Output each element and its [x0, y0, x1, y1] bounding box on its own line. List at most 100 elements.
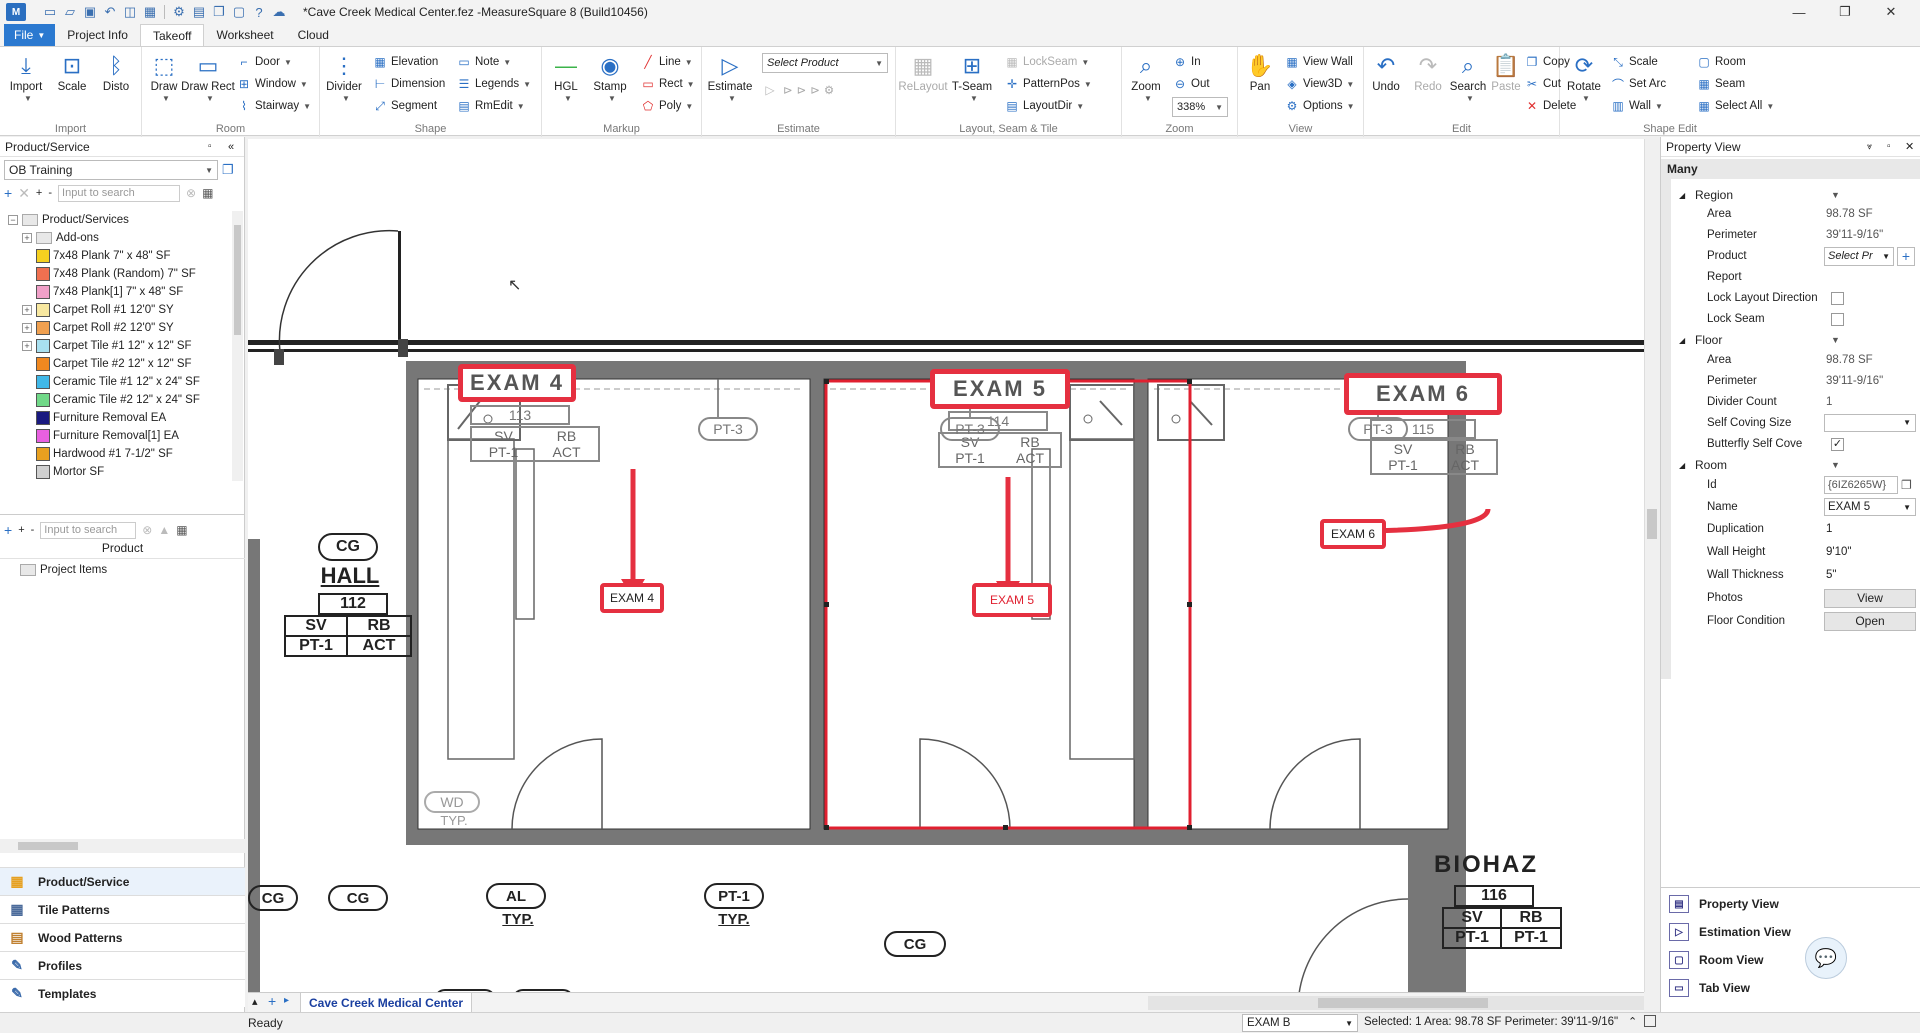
collapse-all-icon[interactable]: - — [48, 187, 52, 199]
expand-all-icon[interactable]: + — [36, 187, 42, 199]
room-button[interactable]: ▢ Room — [1696, 53, 1745, 71]
room-title-exam6[interactable]: EXAM 6 — [1344, 373, 1502, 415]
window-icon[interactable]: ▢ — [231, 4, 247, 20]
add-icon[interactable]: + — [4, 522, 12, 538]
tab-takeoff[interactable]: Takeoff — [139, 24, 205, 46]
open-folder-icon[interactable]: ▱ — [62, 4, 78, 20]
rotate-button[interactable]: ⟳ Rotate ▼ — [1564, 51, 1604, 103]
restore-icon[interactable]: ❐ — [1822, 0, 1868, 24]
room-title-exam5[interactable]: EXAM 5 — [930, 369, 1070, 409]
filter-icon[interactable]: ▼ — [1831, 460, 1840, 470]
view-wall-button[interactable]: ▦ View Wall — [1284, 53, 1353, 71]
relayout-button[interactable]: ▦ ReLayout — [898, 51, 947, 94]
undo-icon[interactable]: ↶ — [102, 4, 118, 20]
layout-icon[interactable]: ▤ — [191, 4, 207, 20]
sort-icon[interactable]: ▲ — [158, 523, 170, 537]
zoom-out-button[interactable]: ⊖ Out — [1172, 75, 1210, 93]
product-tree-item[interactable]: 7x48 Plank 7" x 48" SF — [0, 247, 232, 265]
product-tree-item[interactable]: + Add-ons — [0, 229, 232, 247]
disto-button[interactable]: ᛒ Disto — [96, 51, 136, 94]
room-label-exam4[interactable]: EXAM 4 — [600, 583, 664, 613]
drawing-canvas[interactable]: EXAM 4 113 SV RB PT-1 ACT EXAM 4 EXAM 5 11… — [248, 139, 1644, 1009]
paste-button[interactable]: 📋 Paste — [1486, 51, 1526, 94]
catalog-dropdown[interactable]: OB Training ▼ — [4, 160, 218, 180]
scale-button[interactable]: ⊡ Scale — [52, 51, 92, 94]
filter-icon[interactable]: ▼ — [1831, 190, 1840, 200]
clear-search-icon[interactable]: ⊗ — [142, 523, 152, 537]
filter-icon[interactable]: ▼ — [1831, 335, 1840, 345]
grid-view-icon[interactable]: ▦ — [202, 186, 213, 200]
save-icon[interactable]: ▣ — [82, 4, 98, 20]
patternpos-button[interactable]: ✛ PatternPos ▼ — [1004, 75, 1092, 93]
line-button[interactable]: ╱ Line ▼ — [640, 53, 692, 71]
settings-icon[interactable]: ⚙ — [171, 4, 187, 20]
expand-icon[interactable]: + — [22, 323, 32, 333]
segment-button[interactable]: ⤢ Segment — [372, 97, 437, 115]
expand-icon[interactable]: + — [22, 341, 32, 351]
room-label-exam6[interactable]: EXAM 6 — [1320, 519, 1386, 549]
scan-icon[interactable]: ◫ — [122, 4, 138, 20]
product-tree-item[interactable]: Ceramic Tile #2 12" x 24" SF — [0, 391, 232, 409]
tree-root[interactable]: − Product/Services — [0, 211, 232, 229]
nav-property-view[interactable]: ▤ Property View — [1661, 890, 1920, 918]
self-coving-select[interactable]: ▼ — [1824, 414, 1916, 432]
tab-file[interactable]: File ▼ — [4, 24, 56, 46]
product-tree-item[interactable]: + Carpet Roll #2 12'0" SY — [0, 319, 232, 337]
nav-room-view[interactable]: ▢ Room View — [1661, 946, 1920, 974]
float-panel-icon[interactable]: ▫ — [208, 141, 212, 152]
collapse-all-icon[interactable]: - — [31, 524, 35, 536]
undo-button[interactable]: ↶ Undo — [1366, 51, 1406, 94]
product-tree-item[interactable]: + Carpet Tile #1 12" x 12" SF — [0, 337, 232, 355]
product-tree-item[interactable]: + Carpet Roll #1 12'0" SY — [0, 301, 232, 319]
canvas-vertical-scrollbar[interactable] — [1644, 139, 1658, 992]
door-button[interactable]: ⌐ Door ▼ — [236, 53, 291, 71]
zoom-level-dropdown[interactable]: 338% ▼ — [1172, 97, 1228, 117]
new-file-icon[interactable]: ▭ — [42, 4, 58, 20]
expand-up-icon[interactable]: ⌃ — [1628, 1015, 1637, 1028]
nav-tile-patterns[interactable]: ▦ Tile Patterns — [0, 895, 245, 923]
sheet-menu-icon[interactable]: ▸ — [284, 995, 289, 1006]
select-all-button[interactable]: ▦ Select All ▼ — [1696, 97, 1774, 115]
add-icon[interactable]: + — [4, 185, 12, 201]
help-icon[interactable]: ? — [251, 4, 267, 20]
photos-view-button[interactable]: View — [1824, 588, 1916, 608]
note-button[interactable]: ▭ Note ▼ — [456, 53, 511, 71]
expand-icon[interactable]: + — [22, 305, 32, 315]
legends-button[interactable]: ☰ Legends ▼ — [456, 75, 531, 93]
cloud-icon[interactable]: ☁ — [271, 4, 287, 20]
poly-button[interactable]: ⬠ Poly ▼ — [640, 97, 694, 115]
zoom-button[interactable]: ⌕ Zoom ▼ — [1126, 51, 1166, 103]
copy-icon[interactable]: ❐ — [211, 4, 227, 20]
maximize-canvas-icon[interactable] — [1644, 1015, 1656, 1027]
nav-tab-view[interactable]: ▭ Tab View — [1661, 974, 1920, 1002]
options-button[interactable]: ⚙ Options ▼ — [1284, 97, 1355, 115]
product-search-input[interactable]: Input to search — [58, 184, 181, 202]
floor-condition-open-button[interactable]: Open — [1824, 611, 1916, 631]
tseam-button[interactable]: ⊞ T-Seam ▼ — [950, 51, 994, 103]
select-product-dropdown[interactable]: Select Product ▼ — [762, 53, 888, 73]
room-name-select[interactable]: EXAM 5 ▼ — [1824, 498, 1916, 516]
import-button[interactable]: ⤓ Import ▼ — [6, 51, 46, 103]
estimate-button[interactable]: ▷ Estimate ▼ — [706, 51, 754, 103]
product-tree-item[interactable]: 7x48 Plank (Random) 7" SF — [0, 265, 232, 283]
draw-rect-button[interactable]: ▭ Draw Rect ▼ — [181, 51, 235, 103]
horizontal-scrollbar[interactable] — [1148, 996, 1644, 1010]
view3d-button[interactable]: ◈ View3D ▼ — [1284, 75, 1354, 93]
product-tree-item[interactable]: Mortor SF — [0, 463, 232, 481]
nav-product-service[interactable]: ▦ Product/Service — [0, 867, 245, 895]
minimize-icon[interactable]: — — [1776, 0, 1822, 24]
lockseam-button[interactable]: ▦ LockSeam ▼ — [1004, 53, 1089, 71]
copy-id-icon[interactable]: ❐ — [1901, 478, 1912, 492]
butterfly-cove-checkbox[interactable]: ✓ — [1831, 437, 1844, 451]
expand-all-icon[interactable]: + — [18, 524, 24, 536]
product-tree-item[interactable]: Hardwood #1 7-1/2" SF — [0, 445, 232, 463]
nav-wood-patterns[interactable]: ▤ Wood Patterns — [0, 923, 245, 951]
stamp-button[interactable]: ◉ Stamp ▼ — [590, 51, 630, 103]
elevation-button[interactable]: ▦ Elevation — [372, 53, 438, 71]
cut-button[interactable]: ✂ Cut — [1524, 75, 1561, 93]
add-product-button[interactable]: + — [1897, 246, 1915, 266]
float-panel-icon[interactable]: ▫ — [1887, 141, 1891, 152]
window-button[interactable]: ⊞ Window ▼ — [236, 75, 308, 93]
tab-project-info[interactable]: Project Info — [55, 24, 140, 46]
product-tree-item[interactable]: Ceramic Tile #1 12" x 24" SF — [0, 373, 232, 391]
